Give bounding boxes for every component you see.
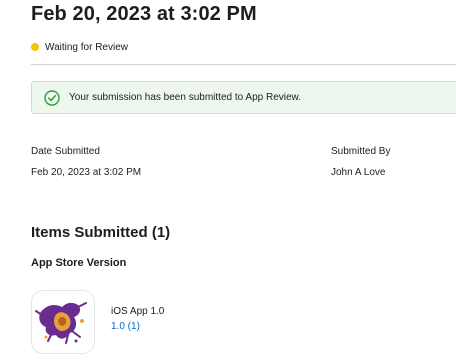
submission-detail-page: Feb 20, 2023 at 3:02 PM Waiting for Revi… — [0, 0, 456, 362]
app-version-link[interactable]: 1.0 (1) — [111, 321, 140, 332]
status-dot-icon — [31, 43, 39, 51]
check-circle-icon — [44, 89, 60, 106]
success-banner: Your submission has been submitted to Ap… — [31, 81, 456, 114]
date-submitted-label: Date Submitted — [31, 146, 100, 157]
page-title: Feb 20, 2023 at 3:02 PM — [31, 3, 257, 25]
date-submitted-value: Feb 20, 2023 at 3:02 PM — [31, 167, 142, 178]
app-icon — [31, 290, 95, 354]
status-text: Waiting for Review — [45, 41, 128, 53]
app-store-version-heading: App Store Version — [31, 257, 127, 269]
submitted-by-value: John A Love — [331, 167, 386, 178]
app-artwork-icon — [35, 302, 87, 344]
header-divider — [31, 64, 456, 65]
submitted-by-label: Submitted By — [331, 146, 391, 157]
banner-message: Your submission has been submitted to Ap… — [69, 92, 301, 103]
app-name: iOS App 1.0 — [111, 306, 165, 317]
items-submitted-heading: Items Submitted (1) — [31, 224, 171, 241]
status-indicator: Waiting for Review — [31, 40, 128, 54]
